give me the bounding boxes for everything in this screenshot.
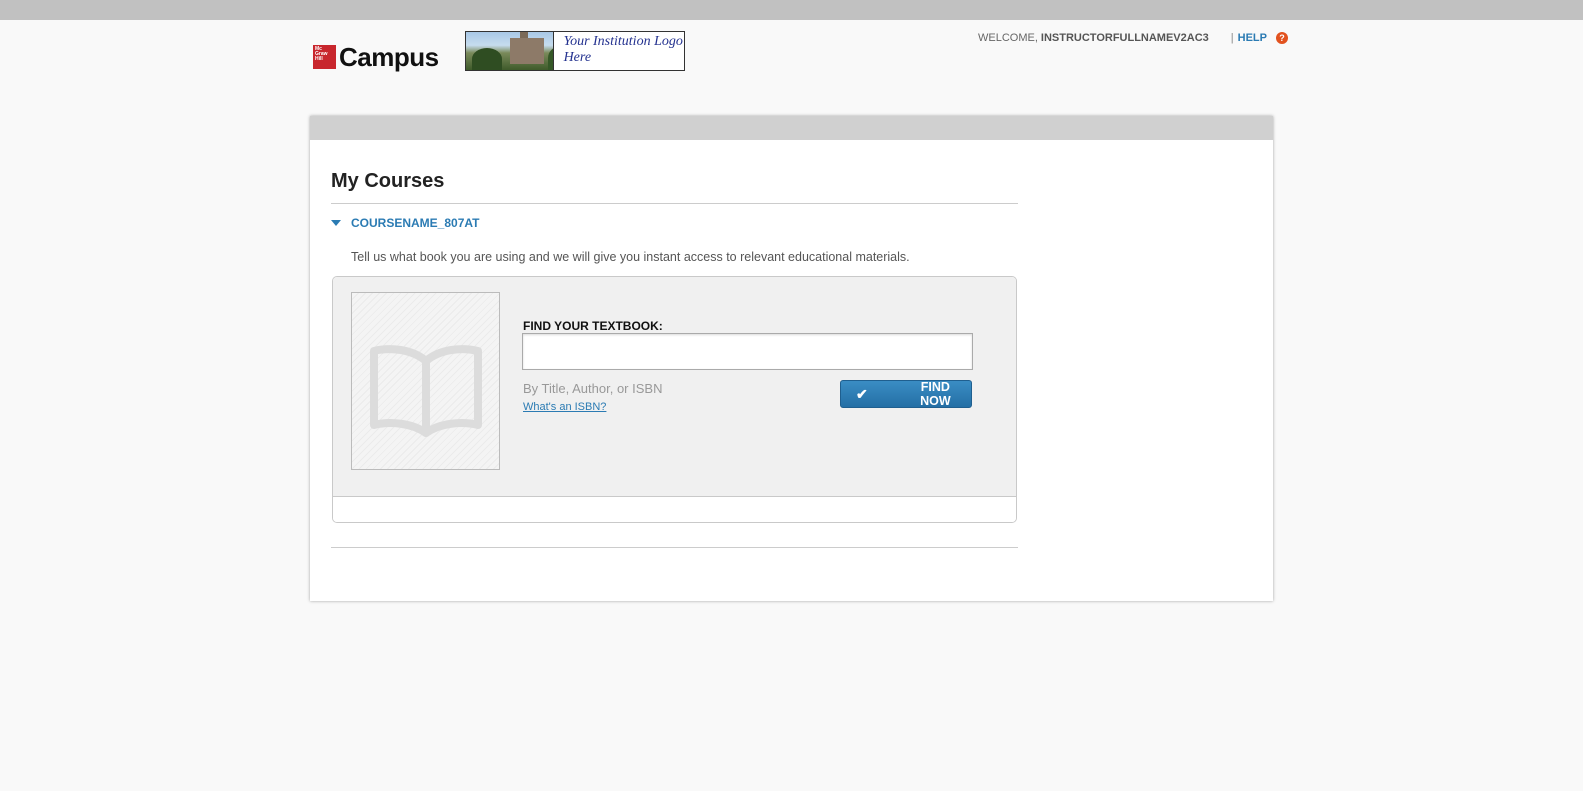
- help-link[interactable]: HELP: [1238, 32, 1267, 44]
- campus-logo-text: Campus: [339, 42, 439, 72]
- find-now-button[interactable]: ✔ FIND NOW: [840, 380, 972, 408]
- institution-logo: Your Institution Logo Here: [465, 31, 685, 71]
- course-toggle[interactable]: COURSENAME_807AT: [331, 216, 479, 230]
- caret-down-icon[interactable]: [331, 220, 341, 226]
- search-hint: By Title, Author, or ISBN: [523, 381, 663, 396]
- campus-logo[interactable]: Mc Graw Hill Campus: [313, 43, 439, 71]
- checkmark-icon: ✔: [856, 385, 868, 402]
- open-book-icon: [370, 345, 482, 437]
- course-instruction: Tell us what book you are using and we w…: [351, 250, 910, 264]
- institution-photo-icon: [466, 32, 554, 70]
- whats-an-isbn-link[interactable]: What's an ISBN?: [523, 401, 606, 413]
- user-name: INSTRUCTORFULLNAMEV2AC3: [1040, 32, 1209, 44]
- user-welcome-bar: WELCOME, INSTRUCTORFULLNAMEV2AC3 | HELP …: [978, 31, 1288, 45]
- welcome-label: WELCOME,: [978, 32, 1038, 44]
- course-divider: [331, 547, 1018, 548]
- page-title: My Courses: [331, 170, 445, 192]
- header-separator: |: [1230, 32, 1234, 44]
- textbook-search-input[interactable]: [522, 333, 973, 370]
- mcgraw-hill-logo-icon: Mc Graw Hill: [313, 45, 336, 69]
- card-header-bar: [310, 116, 1273, 140]
- find-textbook-panel: FIND YOUR TEXTBOOK: By Title, Author, or…: [332, 276, 1017, 523]
- help-icon[interactable]: ?: [1275, 32, 1288, 44]
- institution-logo-text: Your Institution Logo Here: [563, 34, 683, 65]
- course-name[interactable]: COURSENAME_807AT: [351, 216, 479, 230]
- title-divider: [331, 203, 1018, 204]
- top-bar: [0, 0, 1583, 20]
- find-textbook-label: FIND YOUR TEXTBOOK:: [523, 319, 663, 333]
- find-panel-footer: [333, 497, 1016, 522]
- main-card: My Courses COURSENAME_807AT Tell us what…: [310, 116, 1273, 601]
- find-textbook-form: FIND YOUR TEXTBOOK: By Title, Author, or…: [333, 277, 1016, 497]
- find-now-label: FIND NOW: [920, 380, 951, 408]
- book-placeholder-image: [351, 292, 500, 470]
